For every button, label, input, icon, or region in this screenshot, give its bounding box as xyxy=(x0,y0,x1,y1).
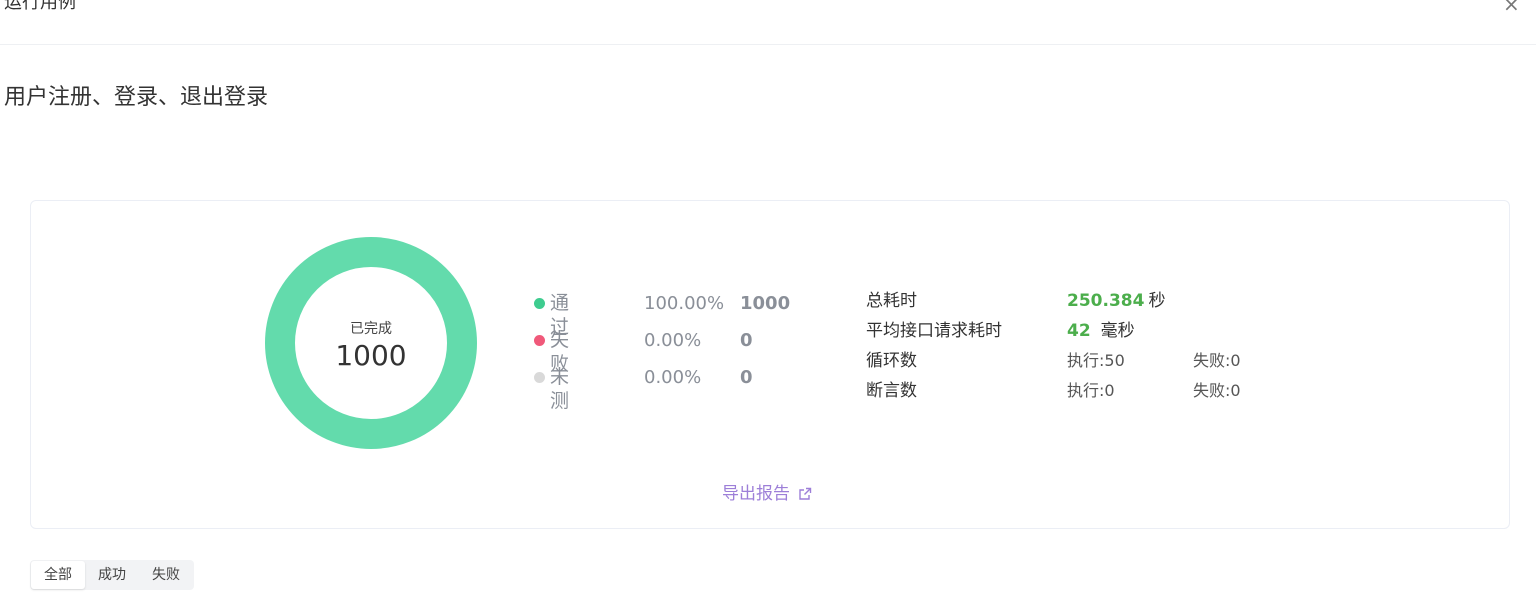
legend-count: 0 xyxy=(740,367,753,388)
legend-label: 未测 xyxy=(550,366,570,412)
assertions-executed: 执行:0 xyxy=(1067,381,1115,400)
legend-percent: 100.00% xyxy=(644,293,725,314)
stat-avg-request-time: 平均接口请求耗时 42 毫秒 xyxy=(866,320,1466,342)
loops-failed: 失败:0 xyxy=(1193,351,1241,370)
stat-value: 250.384 秒 xyxy=(1067,290,1165,312)
pass-dot-icon xyxy=(534,298,545,309)
case-title: 用户注册、登录、退出登录 xyxy=(4,85,269,110)
avg-time-unit: 毫秒 xyxy=(1100,321,1135,341)
legend-percent: 0.00% xyxy=(644,367,702,388)
stat-label: 总耗时 xyxy=(866,291,917,311)
stat-total-time: 总耗时 250.384 秒 xyxy=(866,290,1466,312)
donut-center-value: 1000 xyxy=(335,339,407,372)
stat-value: 42 毫秒 xyxy=(1067,320,1135,342)
close-icon[interactable]: × xyxy=(1503,0,1520,14)
stat-label: 循环数 xyxy=(866,351,917,371)
tab-success[interactable]: 成功 xyxy=(85,561,139,589)
legend-count: 1000 xyxy=(740,293,791,314)
dialog-header: 运行用例 × xyxy=(0,0,1536,45)
stat-assertions: 断言数 执行:0 失败:0 xyxy=(866,380,1466,402)
total-time-number: 250.384 xyxy=(1067,291,1145,311)
assertions-failed: 失败:0 xyxy=(1193,381,1241,400)
stat-label: 断言数 xyxy=(866,381,917,401)
fail-dot-icon xyxy=(534,335,545,346)
loops-executed: 执行:50 xyxy=(1067,351,1125,370)
external-link-icon xyxy=(799,487,812,500)
untested-dot-icon xyxy=(534,372,545,383)
tab-all[interactable]: 全部 xyxy=(31,561,85,589)
dialog-title: 运行用例 xyxy=(4,0,76,13)
export-report-label: 导出报告 xyxy=(722,484,790,504)
export-report-link[interactable]: 导出报告 xyxy=(722,482,812,506)
report-summary-card: 已完成 1000 通过 100.00% 1000 失败 0.00% 0 未测 0… xyxy=(30,200,1510,529)
result-filter-tabs: 全部 成功 失败 xyxy=(30,560,194,590)
stat-label: 平均接口请求耗时 xyxy=(866,321,1002,341)
tab-failed[interactable]: 失败 xyxy=(139,561,193,589)
donut-center-label: 已完成 xyxy=(350,321,392,337)
stat-loops: 循环数 执行:50 失败:0 xyxy=(866,350,1466,372)
total-time-unit: 秒 xyxy=(1148,291,1166,311)
legend-percent: 0.00% xyxy=(644,330,702,351)
avg-time-number: 42 xyxy=(1067,321,1091,341)
legend-count: 0 xyxy=(740,330,753,351)
